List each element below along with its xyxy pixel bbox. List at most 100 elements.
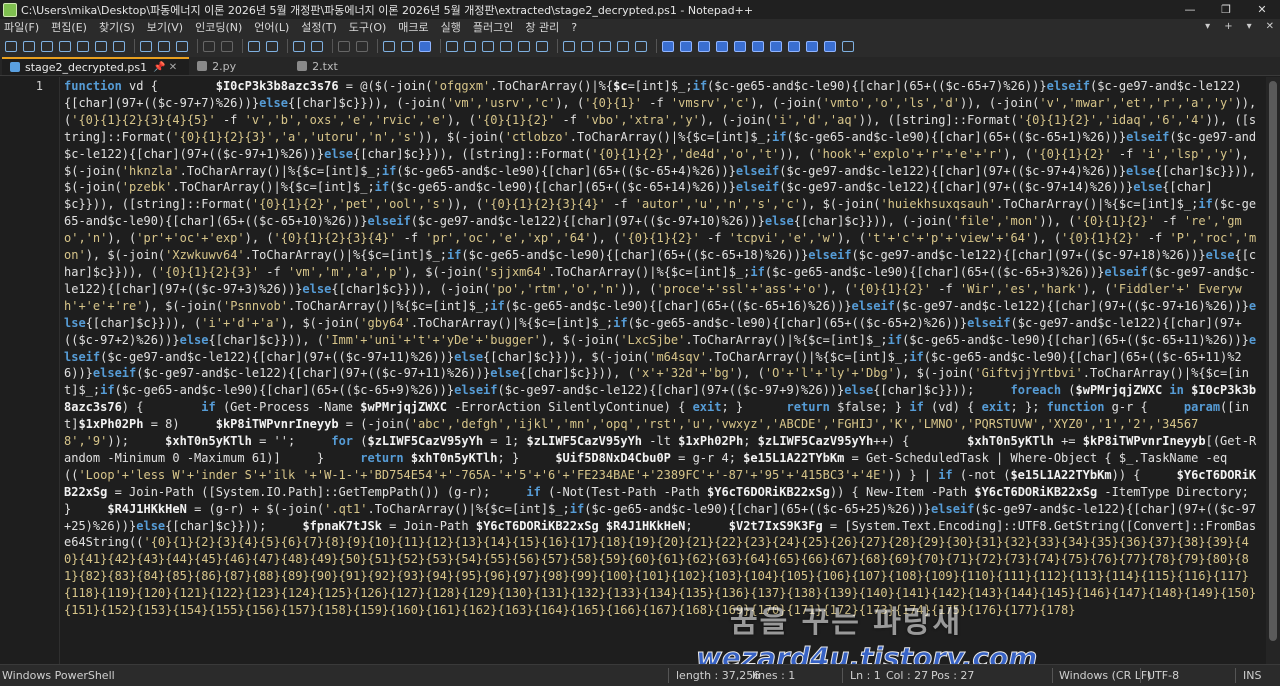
menu-run[interactable]: 실행 [441, 19, 461, 35]
save-icon[interactable] [40, 39, 54, 53]
folder-workspace-icon[interactable] [517, 39, 531, 53]
code-token: elseif [851, 298, 895, 313]
tab-list-chevron-icon[interactable]: ▾ [1205, 19, 1210, 35]
new-tab-plus-icon[interactable]: + [1224, 19, 1232, 35]
replace-icon[interactable] [265, 39, 279, 53]
code-token: in [1162, 383, 1192, 398]
code-token: elseif [967, 315, 1011, 330]
code-token: $zLIWF5CazV95yYh [757, 434, 874, 449]
word-wrap-icon[interactable] [382, 39, 396, 53]
code-token: =[int]$_; [627, 79, 693, 93]
paste-icon[interactable] [175, 39, 189, 53]
code-token: '{0}{1}{2}','pet','ool','s' [251, 197, 447, 212]
plugin-icon-7[interactable] [769, 39, 783, 53]
sync-vertical-icon[interactable] [337, 39, 351, 53]
new-file-icon[interactable] [4, 39, 18, 53]
code-token: $xhT0n5yKTlh [165, 434, 252, 449]
function-list-icon[interactable] [499, 39, 513, 53]
vertical-scrollbar[interactable] [1266, 77, 1280, 664]
plugin-icon-9[interactable] [805, 39, 819, 53]
monitoring-icon[interactable] [535, 39, 549, 53]
plugin-icon-1[interactable] [661, 39, 675, 53]
menu-tools[interactable]: 도구(O) [349, 19, 386, 35]
menu-settings[interactable]: 설정(T) [301, 19, 337, 35]
record-macro-icon[interactable] [562, 39, 576, 53]
code-token: )), ( [1039, 214, 1076, 229]
plugin-icon-8[interactable] [787, 39, 801, 53]
print-icon[interactable] [112, 39, 126, 53]
plugin-icon-4[interactable] [715, 39, 729, 53]
save-all-icon[interactable] [58, 39, 72, 53]
tab-2-txt[interactable]: 2.txt [289, 57, 389, 75]
plugin-icon-6[interactable] [751, 39, 765, 53]
scrollbar-thumb[interactable] [1269, 81, 1277, 641]
close-button[interactable]: ✕ [1244, 0, 1280, 19]
zoom-out-icon[interactable] [310, 39, 324, 53]
code-token: ; }; [1010, 400, 1047, 415]
code-token: else [1205, 248, 1235, 263]
redo-icon[interactable] [220, 39, 234, 53]
line-number-gutter: 1 [0, 77, 60, 664]
udl-icon[interactable] [445, 39, 459, 53]
menu-window[interactable]: 창 관리 [525, 19, 559, 35]
copy-icon[interactable] [157, 39, 171, 53]
tab-2-py[interactable]: 2.py [189, 57, 289, 75]
code-token: = @($(-join( [338, 79, 433, 93]
code-token: = g-r 4; [670, 450, 744, 465]
code-token: .ToCharArray()|%{$c=[int]$_; [179, 163, 382, 178]
code-token: '{0}{1}' [584, 95, 643, 110]
menu-plugins[interactable]: 플러그인 [473, 19, 513, 35]
plugin-icon-5[interactable] [733, 39, 747, 53]
cut-icon[interactable] [139, 39, 153, 53]
show-all-chars-icon[interactable] [400, 39, 414, 53]
menu-language[interactable]: 언어(L) [254, 19, 289, 35]
close-doc-icon[interactable]: ✕ [1266, 19, 1274, 35]
plugin-icon-11[interactable] [841, 39, 855, 53]
minimize-button[interactable]: — [1172, 0, 1208, 19]
doc-list-chevron-icon[interactable]: ▾ [1247, 19, 1252, 35]
indent-guide-icon[interactable] [418, 39, 432, 53]
zoom-in-icon[interactable] [292, 39, 306, 53]
close-all-icon[interactable] [94, 39, 108, 53]
menu-encoding[interactable]: 인코딩(N) [195, 19, 242, 35]
status-encoding: UTF-8 [1147, 669, 1180, 682]
menu-search[interactable]: 찾기(S) [99, 19, 135, 35]
menu-macro[interactable]: 매크로 [398, 19, 428, 35]
status-divider [1140, 668, 1141, 683]
menu-file[interactable]: 파일(F) [4, 19, 39, 35]
run-macro-multiple-icon[interactable] [616, 39, 630, 53]
code-token: else [490, 366, 520, 381]
plugin-icon-2[interactable] [679, 39, 693, 53]
code-token: exit [981, 400, 1011, 415]
code-token: .ToCharArray()|%{ [490, 79, 614, 93]
code-token: 'ctlobzo' [504, 129, 570, 144]
doc-map-icon[interactable] [463, 39, 477, 53]
menu-bar: 파일(F) 편집(E) 찾기(S) 보기(V) 인코딩(N) 언어(L) 설정(… [0, 19, 1280, 35]
sync-horizontal-icon[interactable] [355, 39, 369, 53]
menu-help[interactable]: ? [571, 21, 577, 34]
tab-pin-close-icon[interactable]: 📌 ✕ [153, 62, 177, 73]
menu-view[interactable]: 보기(V) [147, 19, 183, 35]
tab-stage2-decrypted[interactable]: stage2_decrypted.ps1 📌 ✕ [2, 57, 190, 75]
code-token: 'Psnnvob' [222, 298, 288, 313]
code-token: = (-join( [338, 417, 411, 432]
code-token: 'Wir','es','hark' [959, 281, 1083, 296]
open-file-icon[interactable] [22, 39, 36, 53]
play-macro-icon[interactable] [598, 39, 612, 53]
code-token: $false; } [829, 400, 910, 415]
editor-area[interactable]: 1 function vd { $I0cP3k3b8azc3s76 = @($(… [0, 77, 1280, 664]
close-icon[interactable] [76, 39, 90, 53]
code-token: ), $(-join( [894, 366, 975, 381]
plugin-icon-3[interactable] [697, 39, 711, 53]
code-token: ), ( [446, 112, 476, 127]
undo-icon[interactable] [202, 39, 216, 53]
save-macro-icon[interactable] [634, 39, 648, 53]
code-token: = 1; [483, 434, 527, 449]
code-text[interactable]: function vd { $I0cP3k3b8azc3s76 = @($(-j… [64, 78, 1262, 664]
maximize-button[interactable]: ❐ [1208, 0, 1244, 19]
menu-edit[interactable]: 편집(E) [51, 19, 87, 35]
find-icon[interactable] [247, 39, 261, 53]
stop-macro-icon[interactable] [580, 39, 594, 53]
doc-list-icon[interactable] [481, 39, 495, 53]
plugin-icon-10[interactable] [823, 39, 837, 53]
